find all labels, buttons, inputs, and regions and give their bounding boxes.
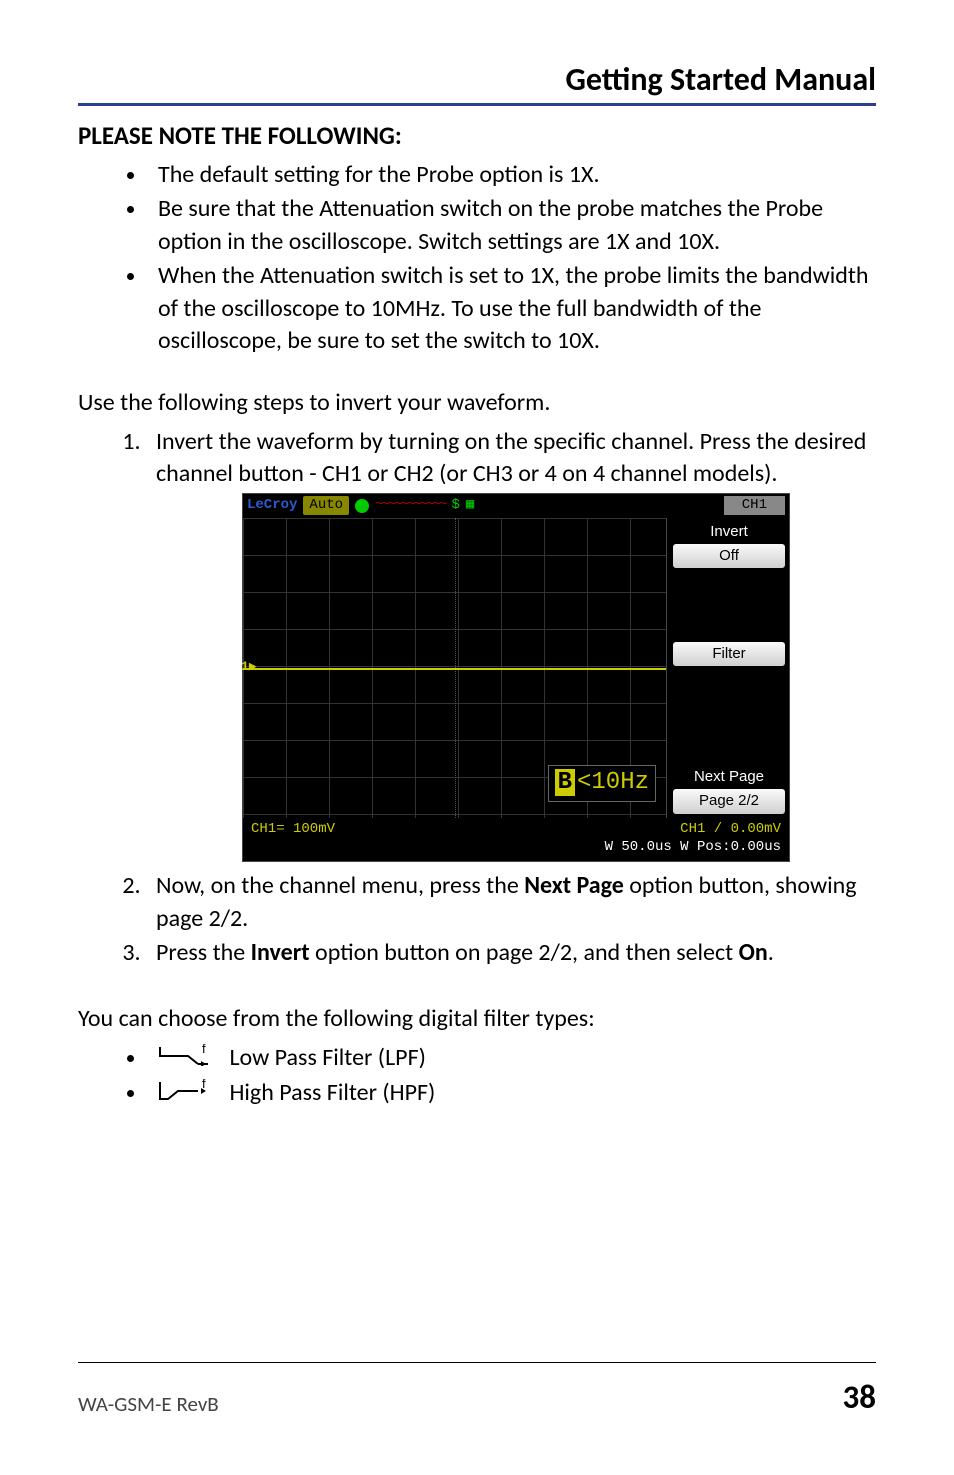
bandwidth-readout: B<10Hz bbox=[548, 765, 656, 801]
invert-step-1-text: Invert the waveform by turning on the sp… bbox=[156, 427, 866, 488]
page-header-title: Getting Started Manual bbox=[78, 60, 876, 99]
menu-invert-button[interactable]: Off bbox=[673, 544, 785, 568]
note-heading-colon: : bbox=[395, 120, 402, 151]
step3-mid: option button on page 2/2, and then sele… bbox=[310, 938, 739, 967]
status-icon: $ bbox=[451, 496, 459, 515]
step3-bold1: Invert bbox=[251, 938, 310, 967]
oscilloscope-ui: LeCroy Auto ~~~~~~~~~~~ $ ▦ CH1 1▶ bbox=[242, 493, 790, 863]
step2-pre: Now, on the channel menu, press the bbox=[156, 871, 524, 900]
scope-mode-badge: Auto bbox=[303, 496, 349, 515]
menu-nextpage-label: Next Page bbox=[673, 767, 785, 787]
lpf-icon: f bbox=[158, 1043, 218, 1075]
scope-topbar: LeCroy Auto ~~~~~~~~~~~ $ ▦ CH1 bbox=[243, 494, 789, 518]
bandwidth-b-icon: B bbox=[555, 769, 575, 796]
scope-voltsdiv: CH1= 100mV bbox=[251, 820, 335, 858]
filter-hpf-item: f High Pass Filter (HPF) bbox=[148, 1077, 876, 1110]
invert-step-3: Press the Invert option button on page 2… bbox=[146, 937, 876, 969]
waveform-preview-icon: ~~~~~~~~~~~ bbox=[375, 496, 445, 515]
bandwidth-value: <10Hz bbox=[577, 769, 649, 796]
ready-indicator-icon bbox=[355, 499, 369, 513]
filter-lpf-item: f Low Pass Filter (LPF) bbox=[148, 1042, 876, 1075]
printer-icon: ▦ bbox=[466, 496, 474, 515]
filter-list: f Low Pass Filter (LPF) f High Pass Filt… bbox=[78, 1042, 876, 1111]
scope-grid: 1▶ B<10Hz bbox=[243, 518, 667, 818]
note-bullet-item: The default setting for the Probe option… bbox=[148, 159, 876, 191]
channel-marker: 1▶ bbox=[241, 658, 257, 676]
note-bullet-item: Be sure that the Attenuation switch on t… bbox=[148, 193, 876, 258]
note-bullet-item: When the Attenuation switch is set to 1X… bbox=[148, 260, 876, 357]
footer-doc-id: WA-GSM-E RevB bbox=[78, 1391, 219, 1417]
svg-text:f: f bbox=[202, 1044, 206, 1056]
menu-page-button[interactable]: Page 2/2 bbox=[673, 789, 785, 813]
step3-pre: Press the bbox=[156, 938, 251, 967]
scope-side-menu: Invert Off Filter Next Page Page 2/2 bbox=[667, 518, 789, 818]
invert-intro: Use the following steps to invert your w… bbox=[78, 387, 876, 419]
filter-lpf-label: Low Pass Filter (LPF) bbox=[229, 1043, 425, 1072]
scope-screenshot: LeCroy Auto ~~~~~~~~~~~ $ ▦ CH1 1▶ bbox=[156, 493, 876, 863]
step2-bold: Next Page bbox=[524, 871, 624, 900]
invert-step-1: Invert the waveform by turning on the sp… bbox=[146, 426, 876, 863]
scope-channel-header: CH1 bbox=[724, 496, 785, 515]
note-heading-text: PLEASE NOTE THE FOLLOWING bbox=[78, 120, 395, 151]
waveform-trace bbox=[243, 668, 666, 670]
note-heading: PLEASE NOTE THE FOLLOWING: bbox=[78, 120, 876, 151]
scope-status-bar: CH1= 100mV CH1 / 0.00mV W 50.0us W Pos:0… bbox=[243, 818, 789, 862]
step3-post: . bbox=[768, 938, 774, 967]
menu-filter-button[interactable]: Filter bbox=[673, 642, 785, 666]
invert-steps: Invert the waveform by turning on the sp… bbox=[78, 426, 876, 970]
scope-trigger-readout: CH1 / 0.00mV bbox=[680, 821, 781, 837]
scope-brand: LeCroy bbox=[247, 496, 297, 515]
footer-rule bbox=[78, 1362, 876, 1363]
scope-timebase-readout: W 50.0us W Pos:0.00us bbox=[605, 839, 781, 855]
header-rule bbox=[78, 103, 876, 106]
step3-bold2: On bbox=[739, 938, 768, 967]
note-bullet-list: The default setting for the Probe option… bbox=[78, 159, 876, 357]
menu-invert-label: Invert bbox=[673, 522, 785, 542]
filter-hpf-label: High Pass Filter (HPF) bbox=[229, 1078, 435, 1107]
filters-intro: You can choose from the following digita… bbox=[78, 1003, 876, 1035]
invert-step-2: Now, on the channel menu, press the Next… bbox=[146, 870, 876, 935]
page-number: 38 bbox=[843, 1377, 876, 1417]
hpf-icon: f bbox=[158, 1078, 218, 1110]
